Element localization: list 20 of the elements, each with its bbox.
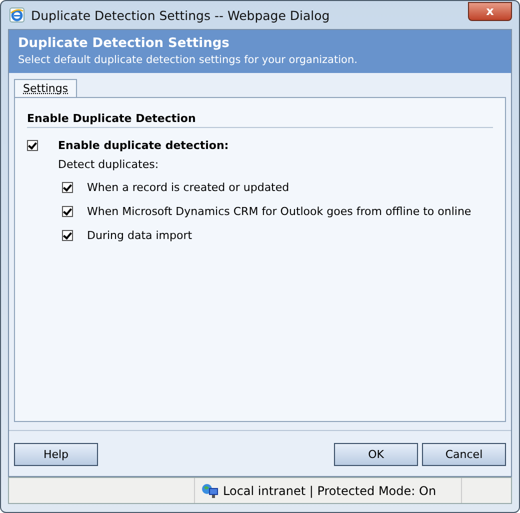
checkbox-label: When Microsoft Dynamics CRM for Outlook goes from offline to online: [87, 204, 472, 218]
browser-icon: [9, 7, 25, 23]
dialog-button[interactable]: Cancel: [422, 443, 506, 466]
checkbox[interactable]: [62, 182, 73, 192]
header-title: Duplicate Detection Settings: [18, 36, 230, 51]
checkbox[interactable]: [27, 140, 38, 150]
checkbox-label: Enable duplicate detection:: [58, 138, 229, 152]
checkbox[interactable]: [62, 206, 73, 216]
header-subtitle: Select default duplicate detection settings for your organization.: [18, 54, 358, 66]
checkbox[interactable]: [62, 230, 73, 240]
zone-text: Local intranet | Protected Mode: On: [223, 484, 436, 498]
window-title: Duplicate Detection Settings -- Webpage Dialog: [31, 8, 330, 22]
help-button[interactable]: Help: [14, 443, 98, 466]
checkbox-label: When a record is created or updated: [87, 180, 290, 194]
section-title: Enable Duplicate Detection: [27, 112, 493, 128]
intranet-icon: [201, 482, 219, 500]
tab[interactable]: Settings: [14, 79, 78, 97]
detect-label: Detect duplicates:: [58, 158, 160, 171]
checkbox-label: During data import: [87, 228, 192, 242]
dialog-button[interactable]: OK: [334, 443, 418, 466]
